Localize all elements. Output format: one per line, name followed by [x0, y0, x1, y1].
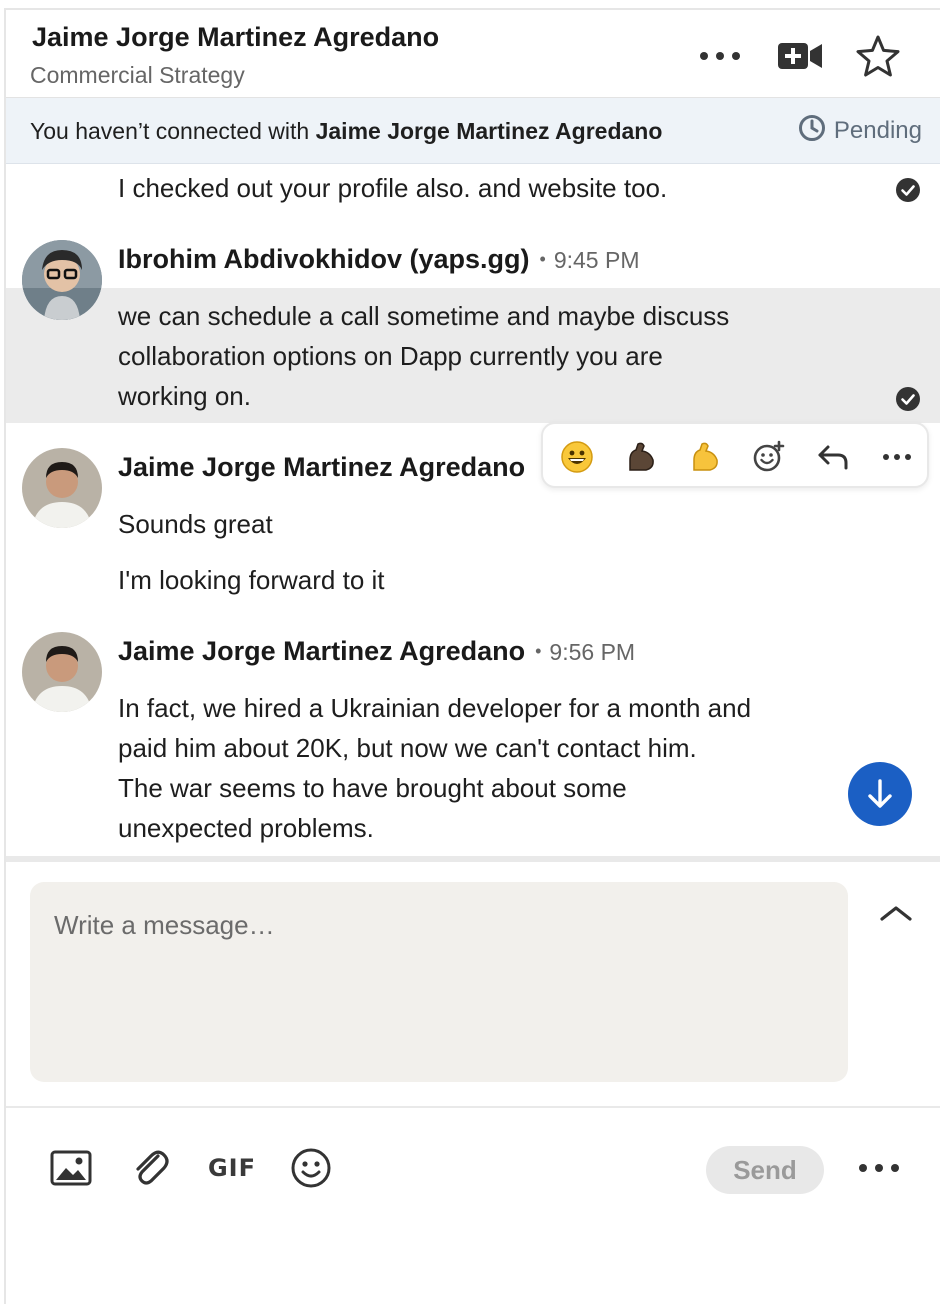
contact-headline: Commercial Strategy	[30, 62, 245, 88]
more-icon[interactable]	[875, 435, 919, 479]
message-text: we can schedule a call sometime and mayb…	[118, 301, 730, 411]
contact-name[interactable]: Jaime Jorge Martinez Agredano	[32, 22, 439, 53]
emoji-icon[interactable]	[288, 1146, 334, 1190]
connection-notice: You haven’t connected with Jaime Jorge M…	[30, 118, 663, 144]
message-text: I'm looking forward to it	[118, 565, 385, 595]
sender-line: Ibrohim Abdivokhidov (yaps.gg) • 9:45 PM	[118, 244, 639, 275]
message-text: I checked out your profile also. and web…	[118, 173, 668, 203]
attach-file-icon[interactable]	[128, 1146, 174, 1190]
flexed-biceps-emoji[interactable]	[683, 435, 727, 479]
message-text: In fact, we hired a Ukrainian developer …	[118, 693, 752, 843]
send-button[interactable]: Send	[706, 1146, 824, 1194]
grinning-face-emoji[interactable]	[555, 435, 599, 479]
avatar[interactable]	[22, 240, 102, 320]
conversation-header: Jaime Jorge Martinez Agredano Commercial…	[6, 10, 940, 98]
message-text: Sounds great	[118, 509, 273, 539]
divider	[6, 1106, 940, 1108]
divider	[6, 856, 940, 862]
sender-name[interactable]: Ibrohim Abdivokhidov (yaps.gg)	[118, 244, 530, 274]
sender-name[interactable]: Jaime Jorge Martinez Agredano	[118, 452, 548, 483]
sender-line: Jaime Jorge Martinez Agredano • 9:56 PM	[118, 636, 635, 667]
reaction-toolbar	[541, 422, 929, 488]
seen-check-icon	[896, 387, 920, 411]
expand-collapse-icon[interactable]	[876, 898, 916, 928]
avatar[interactable]	[22, 448, 102, 528]
arrow-down-icon	[868, 779, 892, 808]
reply-icon[interactable]	[811, 435, 855, 479]
more-options-icon[interactable]	[694, 30, 746, 82]
attach-image-icon[interactable]	[48, 1146, 94, 1190]
scroll-to-bottom-button[interactable]	[848, 762, 912, 826]
message-time: 9:56 PM	[549, 639, 636, 665]
messaging-window: Jaime Jorge Martinez Agredano Commercial…	[4, 8, 940, 1304]
video-call-icon[interactable]	[774, 30, 826, 82]
separator-dot: •	[539, 249, 546, 269]
seen-check-icon	[896, 178, 920, 202]
avatar[interactable]	[22, 632, 102, 712]
more-options-icon[interactable]	[856, 1146, 902, 1190]
gif-button[interactable]: GIF	[206, 1146, 258, 1190]
pending-status[interactable]: Pending	[798, 112, 922, 150]
connection-banner: You haven’t connected with Jaime Jorge M…	[6, 98, 940, 164]
message-input[interactable]: Write a message…	[30, 882, 848, 1082]
clock-icon	[798, 114, 826, 149]
add-reaction-icon[interactable]	[747, 435, 791, 479]
sender-name[interactable]: Jaime Jorge Martinez Agredano	[118, 636, 525, 666]
banner-contact-name: Jaime Jorge Martinez Agredano	[315, 118, 663, 144]
pending-label: Pending	[833, 117, 922, 144]
star-icon[interactable]	[852, 30, 904, 82]
message-time: 9:45 PM	[553, 247, 640, 273]
flexed-biceps-dark-emoji[interactable]	[619, 435, 663, 479]
separator-dot: •	[535, 641, 542, 661]
